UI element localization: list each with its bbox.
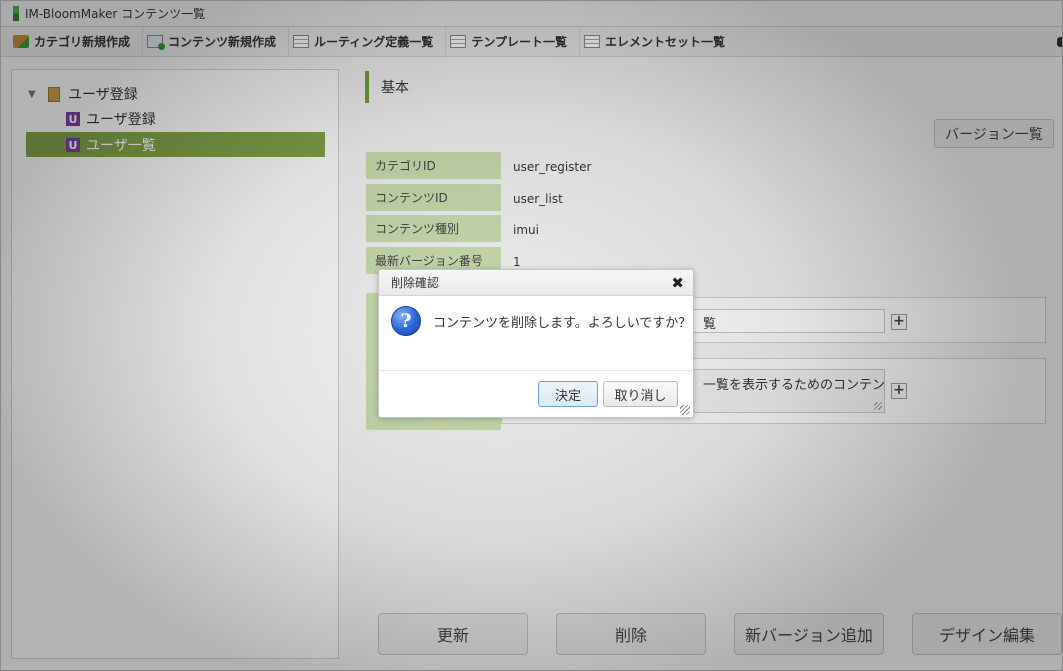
dialog-title: 削除確認 <box>391 276 440 290</box>
info-value: imui <box>513 222 539 237</box>
folder-icon <box>48 86 60 102</box>
toolbar-item-label: エレメントセット一覧 <box>604 35 725 49</box>
info-row: コンテンツID user_list <box>366 184 1056 213</box>
name-input-value: 覧 <box>703 317 717 332</box>
info-value: user_list <box>513 191 563 206</box>
toolbar-overflow-indicator[interactable] <box>1057 37 1062 47</box>
title-bar: IM-BloomMaker コンテンツ一覧 <box>1 1 1062 27</box>
info-row: カテゴリID user_register <box>366 152 1056 181</box>
update-button[interactable]: 更新 <box>378 613 528 655</box>
category-add-icon <box>13 35 29 48</box>
tree-node-category[interactable]: ▼ ユーザ登録 <box>28 84 138 104</box>
tree-node-label: ユーザ登録 <box>86 112 156 128</box>
delete-button[interactable]: 削除 <box>556 613 706 655</box>
info-value: user_register <box>513 159 592 174</box>
window-title: IM-BloomMaker コンテンツ一覧 <box>25 7 206 21</box>
section-title: 基本 <box>381 80 409 96</box>
design-edit-button[interactable]: デザイン編集 <box>912 613 1062 655</box>
dialog-header: 削除確認 ✖ <box>379 270 693 296</box>
list-icon <box>450 35 467 48</box>
question-icon: ? <box>391 306 421 336</box>
cancel-button[interactable]: 取り消し <box>603 381 678 407</box>
toolbar-content-create[interactable]: コンテンツ新規作成 <box>143 26 290 57</box>
dialog-body: ? コンテンツを削除します。よろしいですか？ <box>379 296 693 369</box>
info-label: コンテンツ種別 <box>366 215 501 244</box>
list-icon <box>293 35 310 48</box>
category-tree-panel: ▼ ユーザ登録 U ユーザ登録 U ユーザ一覧 <box>11 69 339 659</box>
info-row: コンテンツ種別 imui <box>366 215 1056 244</box>
tree-node-content-list[interactable]: U ユーザ一覧 <box>66 135 156 155</box>
confirm-button[interactable]: 決定 <box>538 381 598 407</box>
tree-node-content-register[interactable]: U ユーザ登録 <box>66 109 156 129</box>
close-icon[interactable]: ✖ <box>671 274 684 292</box>
tree-node-label: ユーザ登録 <box>68 87 138 103</box>
toolbar-elementset-list[interactable]: エレメントセット一覧 <box>580 27 737 57</box>
content-add-icon <box>147 35 166 50</box>
toolbar: カテゴリ新規作成 コンテンツ新規作成 ルーティング定義一覧 テンプレート一覧 エ… <box>1 26 1062 57</box>
toolbar-item-label: コンテンツ新規作成 <box>168 35 277 49</box>
toolbar-item-label: カテゴリ新規作成 <box>34 35 131 49</box>
resize-grip-icon[interactable] <box>680 405 690 415</box>
version-list-button[interactable]: バージョン一覧 <box>934 119 1054 148</box>
tree-expand-icon[interactable]: ▼ <box>28 89 40 100</box>
name-add-button[interactable]: + <box>891 314 907 330</box>
list-icon <box>583 35 600 48</box>
app-window: IM-BloomMaker コンテンツ一覧 カテゴリ新規作成 コンテンツ新規作成… <box>0 0 1063 671</box>
info-label: カテゴリID <box>366 152 501 181</box>
app-logo-icon <box>13 6 19 21</box>
section-heading: 基本 <box>365 71 409 103</box>
description-add-button[interactable]: + <box>891 383 907 399</box>
info-label: コンテンツID <box>366 184 501 213</box>
content-badge-icon: U <box>66 112 80 126</box>
dialog-message: コンテンツを削除します。よろしいですか？ <box>433 316 692 331</box>
delete-confirm-dialog: 削除確認 ✖ ? コンテンツを削除します。よろしいですか？ 決定 取り消し <box>378 269 694 418</box>
toolbar-routing-list[interactable]: ルーティング定義一覧 <box>289 26 447 57</box>
content-badge-icon: U <box>66 138 80 152</box>
toolbar-category-create[interactable]: カテゴリ新規作成 <box>9 26 144 57</box>
description-input-value: 一覧を表示するためのコンテン <box>703 378 885 393</box>
resize-grip-icon[interactable] <box>874 402 882 410</box>
dialog-footer: 決定 取り消し <box>379 370 693 418</box>
toolbar-template-list[interactable]: テンプレート一覧 <box>446 26 580 57</box>
toolbar-item-label: ルーティング定義一覧 <box>314 35 434 49</box>
tree-node-label: ユーザ一覧 <box>86 138 156 154</box>
add-version-button[interactable]: 新バージョン追加 <box>734 613 884 655</box>
toolbar-item-label: テンプレート一覧 <box>471 35 567 49</box>
